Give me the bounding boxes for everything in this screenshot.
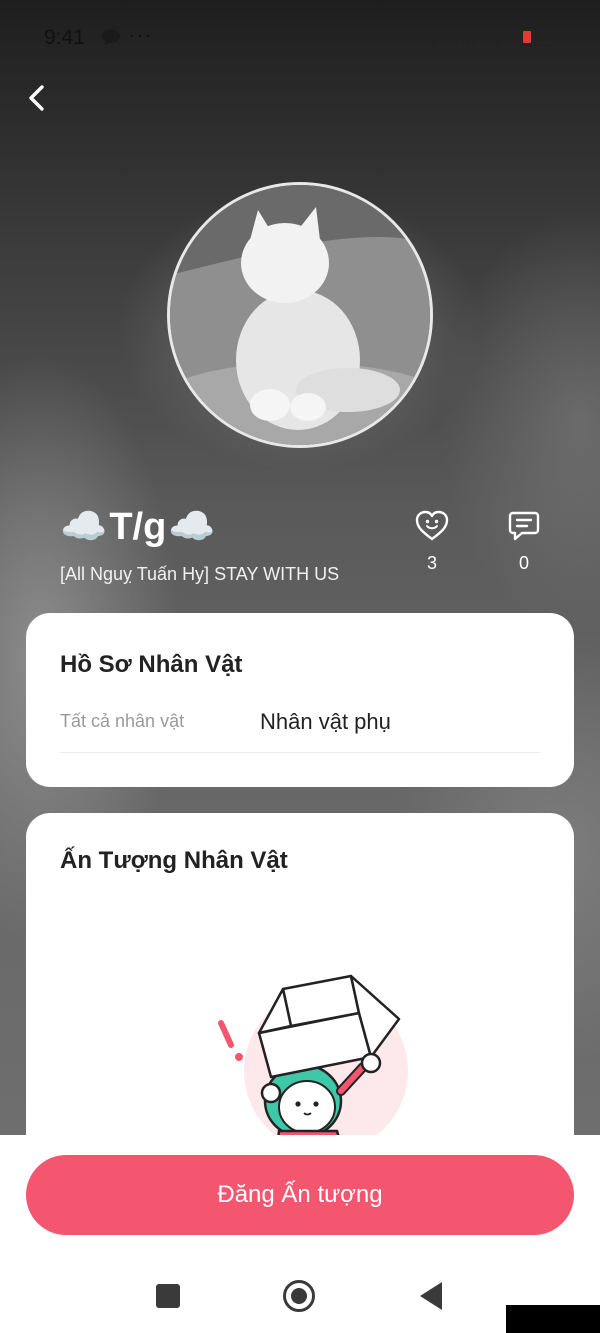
home-icon[interactable] [283,1280,315,1312]
comment-count: 0 [518,553,529,573]
character-name: ☁️ T/g ☁️ [60,505,216,549]
post-impression-button[interactable]: Đăng Ấn tượng [26,1155,574,1235]
character-subtitle: [All Nguỵ Tuấn Hy] STAY WITH US [60,564,340,584]
comment-stat[interactable]: 0 [494,510,554,574]
status-bar: 9:41 ··· 3 [0,0,600,76]
status-time: 9:41 [44,26,85,49]
cloud-icon: ☁️ [60,506,108,548]
wifi-icon [485,27,511,48]
character-name-text: T/g [109,505,167,548]
chat-notification-icon [102,29,120,45]
character-impression-card: Ấn Tượng Nhân Vật [26,813,574,1173]
bottom-panel: Đăng Ấn tượng [0,1135,600,1333]
back-button[interactable] [20,80,56,116]
like-count: 3 [426,553,437,573]
profile-row-label: Tất cả nhân vật [60,711,185,731]
character-avatar [167,182,433,448]
status-icons: 3 [426,25,559,49]
status-more-indicator: ··· [128,22,153,47]
empty-box-character-illustration [218,974,408,1161]
battery-icon: 3 [520,28,559,46]
cloud-icon: ☁️ [168,506,216,548]
like-stat[interactable]: 3 [402,510,462,574]
character-profile-card: Hồ Sơ Nhân Vật Tất cả nhân vật Nhân vật … [26,613,574,787]
profile-row-value: Nhân vật phụ [260,709,391,734]
profile-row[interactable]: Tất cả nhân vật Nhân vật phụ [60,705,540,753]
cat-photo [170,185,430,445]
comment-icon [508,511,540,541]
back-triangle-icon[interactable] [420,1282,442,1310]
smile-heart-icon [415,510,449,541]
screen-corner-block [506,1305,600,1333]
bluetooth-icon [427,25,440,49]
profile-card-title: Hồ Sơ Nhân Vật [60,651,243,678]
signal-icon [449,27,475,46]
impression-card-title: Ấn Tượng Nhân Vật [60,847,288,874]
recent-apps-icon[interactable] [156,1284,180,1308]
